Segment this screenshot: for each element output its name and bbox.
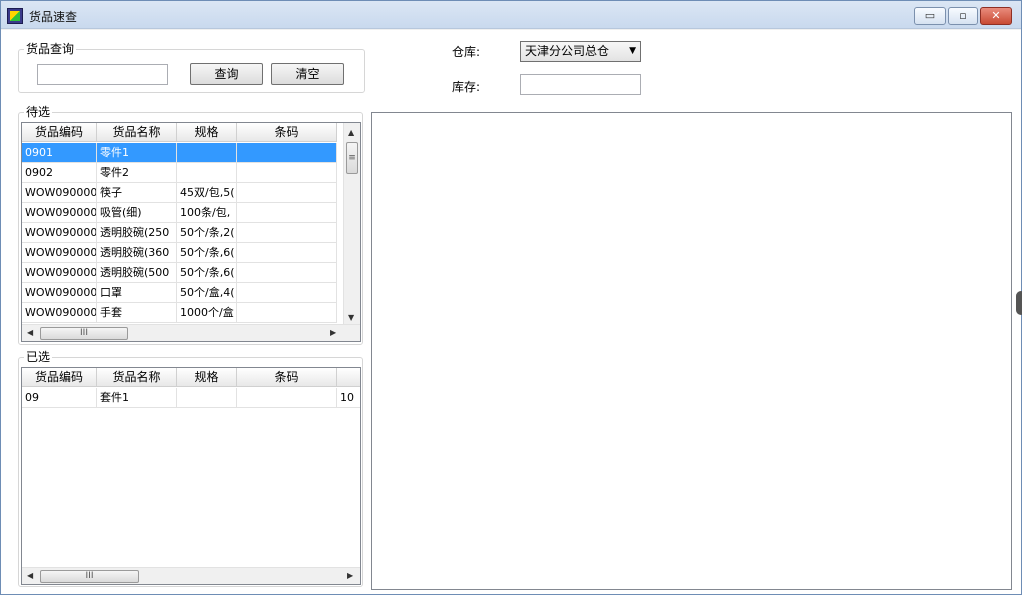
query-group-title: 货品查询: [24, 40, 77, 57]
table-cell: [177, 388, 237, 408]
scroll-down-icon[interactable]: ▼: [348, 313, 354, 322]
table-cell: [237, 243, 337, 263]
table-cell: 手套: [97, 303, 177, 323]
table-row[interactable]: WOW0900004 透明胶碗(250 50个/条,2(: [22, 223, 337, 243]
table-cell: 零件1: [97, 143, 177, 163]
minimize-button[interactable]: ▭: [914, 7, 946, 25]
column-header[interactable]: 货品名称: [97, 123, 177, 142]
column-header[interactable]: 货品编码: [22, 123, 97, 142]
table-cell: 0902: [22, 163, 97, 183]
table-cell: 100条/包,: [177, 203, 237, 223]
table-cell: 50个/盒,4(: [177, 283, 237, 303]
table-cell: 45双/包,5(: [177, 183, 237, 203]
chosen-horizontal-scrollbar[interactable]: ◀ III ▶: [22, 567, 360, 584]
pending-horizontal-scrollbar[interactable]: ◀ III ▶: [22, 324, 360, 341]
table-cell: 0901: [22, 143, 97, 163]
table-row[interactable]: 09 套件1 10: [22, 388, 360, 408]
pending-vscroll-thumb[interactable]: ≡: [346, 142, 358, 174]
scroll-right-icon[interactable]: ▶: [347, 571, 353, 580]
table-cell: WOW0900003: [22, 203, 97, 223]
column-header[interactable]: 规格: [177, 368, 237, 387]
column-header[interactable]: [337, 368, 360, 387]
chevron-down-icon: ▼: [629, 46, 636, 56]
chosen-hscroll-thumb[interactable]: III: [40, 570, 139, 583]
table-cell: 筷子: [97, 183, 177, 203]
table-cell: 10: [337, 388, 360, 408]
scroll-left-icon[interactable]: ◀: [27, 328, 33, 337]
table-row[interactable]: WOW0900005 透明胶碗(360 50个/条,6(: [22, 243, 337, 263]
table-cell: [237, 303, 337, 323]
warehouse-select-value: 天津分公司总仓: [525, 44, 610, 58]
pending-hscroll-thumb[interactable]: III: [40, 327, 128, 340]
search-button[interactable]: 查询: [190, 63, 263, 85]
table-cell: [237, 223, 337, 243]
table-cell: WOW0900004: [22, 223, 97, 243]
app-window: 货品速查 ▭ ▫ ✕ 货品查询 查询 清空 仓库: 天津分公司总仓 ▼ 库存: …: [0, 0, 1022, 595]
table-cell: [237, 283, 337, 303]
table-cell: 1000个/盒: [177, 303, 237, 323]
close-button[interactable]: ✕: [980, 7, 1012, 25]
table-cell: WOW0900006: [22, 263, 97, 283]
chosen-grid-header: 货品编码 货品名称 规格 条码: [22, 368, 360, 387]
table-cell: 口罩: [97, 283, 177, 303]
table-cell: [177, 163, 237, 183]
table-row[interactable]: WOW0900001 筷子 45双/包,5(: [22, 183, 337, 203]
scroll-right-icon[interactable]: ▶: [330, 328, 336, 337]
table-row[interactable]: 0902 零件2: [22, 163, 337, 183]
table-cell: 零件2: [97, 163, 177, 183]
chosen-group-title: 已选: [24, 348, 53, 365]
table-row[interactable]: WOW0900007 口罩 50个/盒,4(: [22, 283, 337, 303]
table-cell: WOW0900001: [22, 183, 97, 203]
pending-grid-header: 货品编码 货品名称 规格 条码: [22, 123, 337, 142]
edge-handle[interactable]: [1016, 291, 1022, 315]
scroll-left-icon[interactable]: ◀: [27, 571, 33, 580]
table-row[interactable]: 0901 零件1: [22, 143, 337, 163]
table-cell: [177, 143, 237, 163]
table-cell: [237, 263, 337, 283]
pending-vertical-scrollbar[interactable]: ▲ ≡ ▼: [343, 123, 360, 326]
pending-grid[interactable]: 货品编码 货品名称 规格 条码 0901 零件1 0902 零件2 WOW0900001…: [21, 122, 361, 342]
column-header[interactable]: 规格: [177, 123, 237, 142]
maximize-button[interactable]: ▫: [948, 7, 978, 25]
table-cell: 透明胶碗(360: [97, 243, 177, 263]
table-cell: 吸管(细): [97, 203, 177, 223]
scroll-up-icon[interactable]: ▲: [348, 128, 354, 137]
table-cell: 50个/条,6(: [177, 263, 237, 283]
clear-button[interactable]: 清空: [271, 63, 344, 85]
column-header[interactable]: 条码: [237, 123, 337, 142]
table-cell: WOW0900007: [22, 283, 97, 303]
warehouse-select[interactable]: 天津分公司总仓 ▼: [520, 41, 641, 62]
table-cell: [237, 388, 337, 408]
pending-group-title: 待选: [24, 103, 53, 120]
column-header[interactable]: 货品名称: [97, 368, 177, 387]
table-cell: 50个/条,2(: [177, 223, 237, 243]
detail-panel[interactable]: [371, 112, 1012, 590]
table-cell: WOW0900008: [22, 303, 97, 323]
table-row[interactable]: WOW0900003 吸管(细) 100条/包,: [22, 203, 337, 223]
column-header[interactable]: 条码: [237, 368, 337, 387]
window-title: 货品速查: [29, 10, 78, 24]
stock-label: 库存:: [452, 80, 481, 94]
app-icon: [7, 8, 23, 24]
table-cell: 透明胶碗(500: [97, 263, 177, 283]
table-row[interactable]: WOW0900006 透明胶碗(500 50个/条,6(: [22, 263, 337, 283]
column-header[interactable]: 货品编码: [22, 368, 97, 387]
client-area: 货品查询 查询 清空 仓库: 天津分公司总仓 ▼ 库存: 待选 货品编码 货品名…: [1, 30, 1021, 594]
table-cell: 09: [22, 388, 97, 408]
table-cell: [237, 203, 337, 223]
title-bar[interactable]: 货品速查 ▭ ▫ ✕: [1, 1, 1021, 29]
table-cell: 透明胶碗(250: [97, 223, 177, 243]
table-cell: 套件1: [97, 388, 177, 408]
stock-input[interactable]: [520, 74, 641, 95]
table-cell: [237, 163, 337, 183]
warehouse-label: 仓库:: [452, 45, 481, 59]
query-input[interactable]: [37, 64, 168, 85]
chosen-grid[interactable]: 货品编码 货品名称 规格 条码 09 套件1 10 ◀ III ▶: [21, 367, 361, 585]
table-cell: [237, 143, 337, 163]
table-row[interactable]: WOW0900008 手套 1000个/盒: [22, 303, 337, 323]
table-cell: [237, 183, 337, 203]
table-cell: WOW0900005: [22, 243, 97, 263]
table-cell: 50个/条,6(: [177, 243, 237, 263]
